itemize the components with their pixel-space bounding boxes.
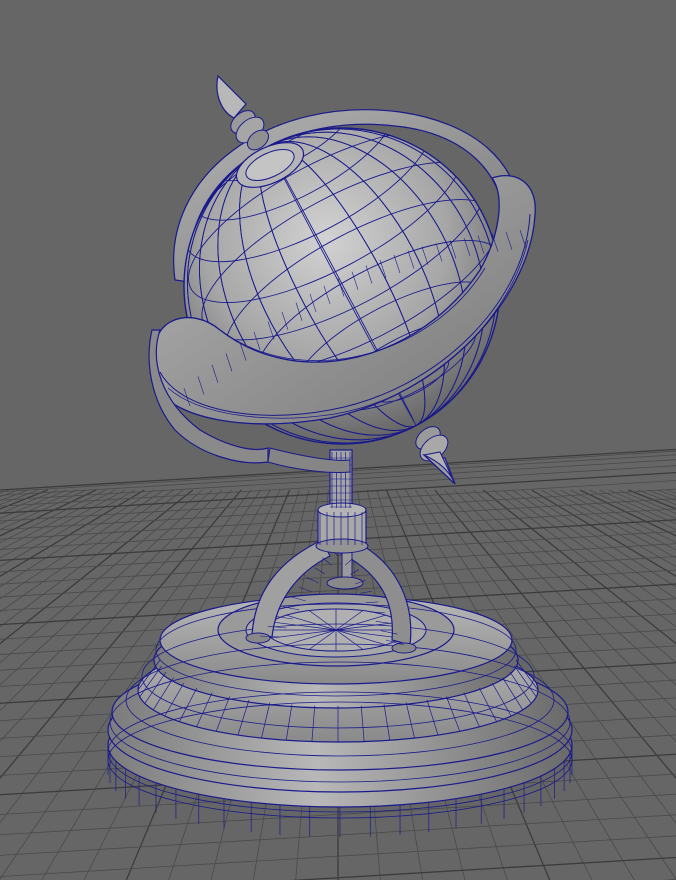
3d-viewport[interactable] [0, 0, 676, 880]
grid-line [628, 489, 676, 510]
arm-edge [314, 567, 326, 575]
grid-line [589, 489, 676, 531]
grid-line [608, 489, 676, 520]
grid-line [531, 489, 676, 578]
top-finial[interactable] [216, 74, 272, 154]
arm-edge [298, 586, 313, 593]
grid-line [647, 489, 676, 501]
round-base[interactable] [107, 593, 573, 837]
arm-edge [322, 557, 332, 566]
arm-edge [360, 590, 372, 594]
viewport-scene[interactable] [0, 0, 676, 880]
grid-line [618, 489, 676, 515]
bottom-finial[interactable] [411, 422, 456, 485]
